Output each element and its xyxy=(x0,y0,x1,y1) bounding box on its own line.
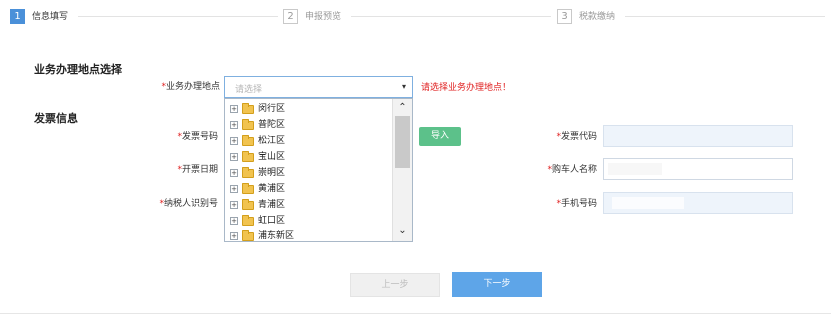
step-1-label: 信息填写 xyxy=(32,12,69,22)
folder-icon xyxy=(242,199,254,210)
expand-icon[interactable]: + xyxy=(230,105,238,113)
phone-input[interactable] xyxy=(603,192,793,214)
folder-icon xyxy=(242,230,254,241)
folder-icon xyxy=(242,167,254,178)
folder-icon xyxy=(242,119,254,130)
prev-step-button[interactable]: 上一步 xyxy=(350,273,440,297)
step-1-number: 1 xyxy=(10,9,25,24)
dropdown-item-label: 虹口区 xyxy=(258,216,286,226)
expand-icon[interactable]: + xyxy=(230,153,238,161)
location-error-message: 请选择业务办理地点！ xyxy=(421,83,512,93)
expand-icon[interactable]: + xyxy=(230,217,238,225)
step-divider xyxy=(78,16,278,17)
dropdown-item-label: 宝山区 xyxy=(258,152,286,162)
taxpayer-id-label: *纳税人识别号 xyxy=(130,198,218,210)
progress-steps: 1 信息填写 2 申报预览 3 税款缴纳 xyxy=(0,0,831,30)
buyer-name-label: *购车人名称 xyxy=(520,164,597,176)
expand-icon[interactable]: + xyxy=(230,232,238,240)
dropdown-scrollbar[interactable]: ⌃ ⌄ xyxy=(392,99,412,241)
location-dropdown-list[interactable]: + 闵行区 + 普陀区 + 松江区 + 宝山区 + 崇明区 + 黄浦区 + 青浦… xyxy=(224,98,413,242)
step-divider xyxy=(351,16,551,17)
phone-label: *手机号码 xyxy=(520,198,597,210)
dropdown-item-label: 黄浦区 xyxy=(258,184,286,194)
redacted-value xyxy=(608,163,662,175)
step-3-number: 3 xyxy=(557,9,572,24)
location-section-title: 业务办理地点选择 xyxy=(34,63,122,76)
taxpayer-id-label-text: 纳税人识别号 xyxy=(163,199,218,209)
folder-icon xyxy=(242,151,254,162)
step-divider xyxy=(625,16,825,17)
next-step-button[interactable]: 下一步 xyxy=(452,272,542,297)
step-3-label: 税款缴纳 xyxy=(579,12,616,22)
step-2-number: 2 xyxy=(283,9,298,24)
expand-icon[interactable]: + xyxy=(230,185,238,193)
scroll-down-icon[interactable]: ⌄ xyxy=(393,223,412,239)
buyer-name-input[interactable] xyxy=(603,158,793,180)
invoice-code-input[interactable] xyxy=(603,125,793,147)
invoice-code-label-text: 发票代码 xyxy=(560,132,597,142)
scrollbar-thumb[interactable] xyxy=(395,116,410,168)
step-2-label: 申报预览 xyxy=(305,12,342,22)
folder-icon xyxy=(242,135,254,146)
location-label-text: 业务办理地点 xyxy=(165,82,220,92)
issue-date-label: *开票日期 xyxy=(140,164,218,176)
buyer-name-label-text: 购车人名称 xyxy=(551,165,597,175)
location-select-placeholder: 请选择 xyxy=(235,85,263,95)
caret-down-icon[interactable]: ▾ xyxy=(400,83,408,91)
dropdown-item-label: 崇明区 xyxy=(258,168,286,178)
location-select[interactable]: 请选择 ▾ xyxy=(224,76,413,98)
dropdown-item-label: 闵行区 xyxy=(258,104,286,114)
dropdown-item-label: 青浦区 xyxy=(258,200,286,210)
redacted-value xyxy=(612,197,684,209)
expand-icon[interactable]: + xyxy=(230,169,238,177)
expand-icon[interactable]: + xyxy=(230,201,238,209)
folder-icon xyxy=(242,183,254,194)
bottom-divider xyxy=(0,313,831,314)
invoice-code-label: *发票代码 xyxy=(520,131,597,143)
dropdown-item-label: 松江区 xyxy=(258,136,286,146)
folder-icon xyxy=(242,103,254,114)
invoice-number-label: *发票号码 xyxy=(140,131,218,143)
invoice-number-label-text: 发票号码 xyxy=(181,132,218,142)
dropdown-item-label: 普陀区 xyxy=(258,120,286,130)
import-button[interactable]: 导入 xyxy=(419,127,461,146)
scroll-up-icon[interactable]: ⌃ xyxy=(393,100,412,116)
location-label: *业务办理地点 xyxy=(150,81,220,93)
invoice-section-title: 发票信息 xyxy=(34,112,78,125)
expand-icon[interactable]: + xyxy=(230,121,238,129)
expand-icon[interactable]: + xyxy=(230,137,238,145)
dropdown-item-label: 浦东新区 xyxy=(258,231,295,241)
phone-label-text: 手机号码 xyxy=(560,199,597,209)
issue-date-label-text: 开票日期 xyxy=(181,165,218,175)
folder-icon xyxy=(242,215,254,226)
